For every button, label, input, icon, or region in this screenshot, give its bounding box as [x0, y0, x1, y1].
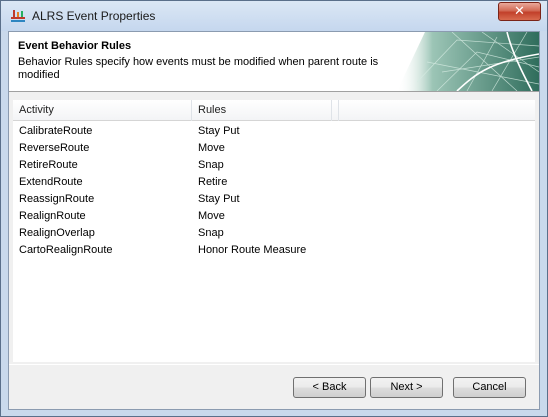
alrs-app-icon — [11, 10, 25, 22]
rule-cell[interactable]: Stay Put — [198, 123, 240, 140]
activity-cell: CartoRealignRoute — [19, 244, 113, 256]
column-header-rules[interactable]: Rules — [192, 100, 332, 121]
window-title: ALRS Event Properties — [32, 9, 156, 23]
table-row[interactable]: RealignOverlap Snap — [13, 225, 535, 242]
table-row[interactable]: ReassignRoute Stay Put — [13, 191, 535, 208]
table-row[interactable]: CartoRealignRoute Honor Route Measure — [13, 242, 535, 259]
button-bar: < Back Next > Cancel — [9, 364, 539, 409]
table-row[interactable]: RetireRoute Snap — [13, 157, 535, 174]
rule-cell[interactable]: Move — [198, 208, 225, 225]
table-row[interactable]: ExtendRoute Retire — [13, 174, 535, 191]
rule-cell[interactable]: Move — [198, 140, 225, 157]
page-title: Event Behavior Rules — [18, 40, 132, 52]
activity-cell: RealignOverlap — [19, 227, 95, 239]
activity-cell: ReverseRoute — [19, 142, 90, 154]
activity-cell: CalibrateRoute — [19, 125, 93, 137]
rule-cell[interactable]: Snap — [198, 157, 224, 174]
rule-cell[interactable]: Stay Put — [198, 191, 240, 208]
list-rows: CalibrateRoute Stay Put ReverseRoute Mov… — [13, 123, 535, 259]
dialog-window: ALRS Event Properties ✕ Event Behavior R… — [0, 0, 548, 417]
dialog-client-area: Event Behavior Rules Behavior Rules spec… — [8, 31, 540, 410]
wizard-header: Event Behavior Rules Behavior Rules spec… — [9, 32, 539, 92]
rule-cell[interactable]: Honor Route Measure — [198, 242, 306, 259]
table-row[interactable]: RealignRoute Move — [13, 208, 535, 225]
behavior-rules-list[interactable]: Activity Rules CalibrateRoute Stay Put R… — [13, 100, 535, 362]
table-row[interactable]: CalibrateRoute Stay Put — [13, 123, 535, 140]
close-button[interactable]: ✕ — [498, 2, 541, 21]
rule-cell[interactable]: Snap — [198, 225, 224, 242]
close-icon: ✕ — [514, 4, 525, 19]
list-header: Activity Rules — [13, 100, 535, 121]
cancel-button[interactable]: Cancel — [453, 377, 526, 398]
table-row[interactable]: ReverseRoute Move — [13, 140, 535, 157]
activity-cell: ReassignRoute — [19, 193, 95, 205]
activity-cell: ExtendRoute — [19, 176, 83, 188]
rule-cell[interactable]: Retire — [198, 174, 227, 191]
activity-cell: RealignRoute — [19, 210, 86, 222]
column-header-divider — [332, 100, 339, 121]
activity-cell: RetireRoute — [19, 159, 78, 171]
back-button[interactable]: < Back — [293, 377, 366, 398]
next-button[interactable]: Next > — [370, 377, 443, 398]
page-description: Behavior Rules specify how events must b… — [18, 56, 379, 81]
map-banner-image — [397, 32, 539, 91]
title-bar[interactable]: ALRS Event Properties ✕ — [1, 1, 547, 31]
column-header-activity[interactable]: Activity — [13, 100, 192, 121]
